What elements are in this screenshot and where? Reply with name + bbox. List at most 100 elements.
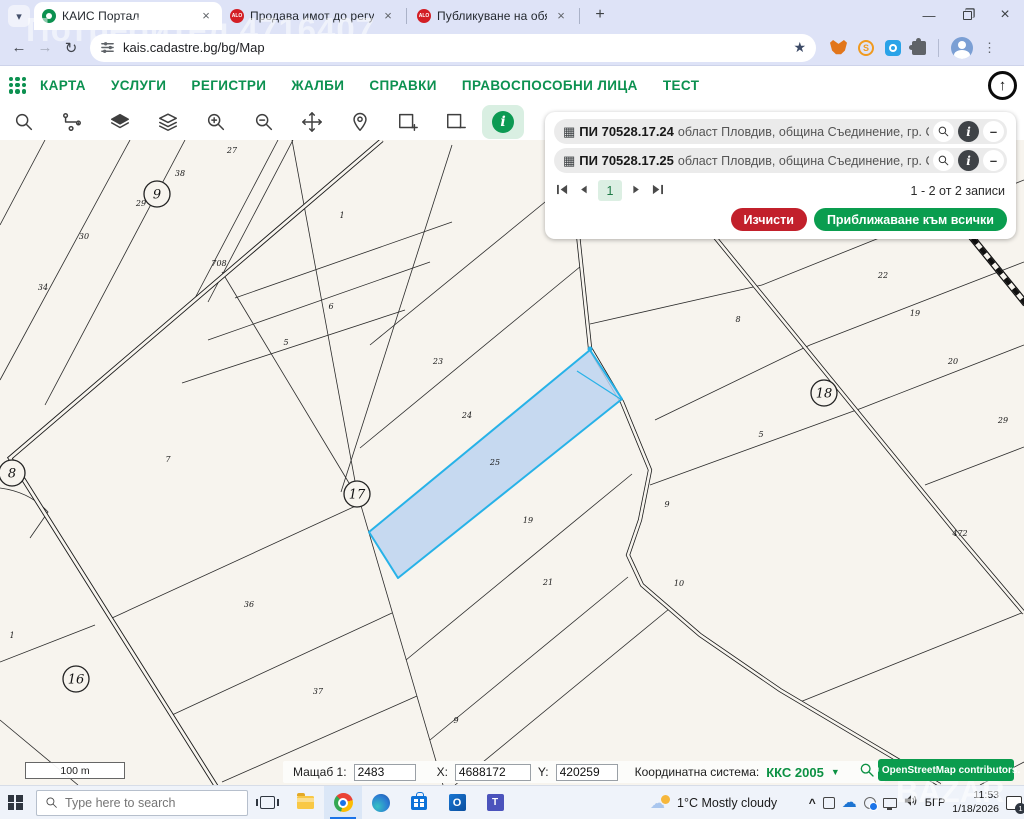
- remove-parcel-icon[interactable]: –: [983, 150, 1004, 171]
- notification-center-icon[interactable]: [1006, 796, 1022, 810]
- osm-attribution[interactable]: © OpenStreetMap contributors.: [878, 759, 1014, 781]
- url-field[interactable]: kais.cadastre.bg/bg/Map ★: [90, 34, 816, 62]
- scale-input[interactable]: [354, 764, 416, 781]
- teams-icon: T: [487, 794, 504, 811]
- tab-separator: [579, 8, 580, 24]
- windows-logo-icon: [8, 795, 23, 810]
- bookmark-star-icon[interactable]: ★: [793, 39, 806, 56]
- next-page-icon[interactable]: [631, 182, 642, 200]
- minimize-button[interactable]: —: [910, 0, 948, 30]
- tab-search-chevron-icon[interactable]: ▾: [8, 5, 30, 27]
- result-row[interactable]: ▦ ПИ 70528.17.24 област Пловдив, община …: [554, 119, 1007, 144]
- svg-text:21: 21: [542, 578, 553, 587]
- tray-app-icon[interactable]: [823, 797, 835, 809]
- nav-pravosposobni-lica[interactable]: ПРАВОСПОСОБНИ ЛИЦА: [462, 78, 638, 93]
- crs-dropdown-icon[interactable]: ▼: [831, 767, 840, 777]
- remove-parcel-icon[interactable]: –: [983, 121, 1004, 142]
- clear-button[interactable]: Изчисти: [731, 208, 807, 231]
- pagination: 1 1 - 2 от 2 записи: [556, 180, 1007, 201]
- layers-tool-icon[interactable]: [144, 105, 192, 139]
- info-tool-active[interactable]: i: [482, 105, 524, 139]
- svg-text:19: 19: [910, 309, 920, 318]
- layers-filled-tool-icon[interactable]: [96, 105, 144, 139]
- tab-close-icon[interactable]: ×: [380, 8, 396, 24]
- tab-close-icon[interactable]: ×: [553, 8, 569, 24]
- nav-uslugi[interactable]: УСЛУГИ: [111, 78, 166, 93]
- ethernet-icon[interactable]: [883, 798, 897, 808]
- profile-avatar[interactable]: [951, 37, 973, 59]
- browser-menu-icon[interactable]: ⋮: [983, 40, 996, 56]
- x-input[interactable]: [455, 764, 531, 781]
- nav-zhalbi[interactable]: ЖАЛБИ: [291, 78, 344, 93]
- nav-karta[interactable]: КАРТА: [40, 78, 86, 93]
- zoom-in-tool-icon[interactable]: [192, 105, 240, 139]
- tab-close-icon[interactable]: ×: [198, 8, 214, 24]
- search-tool-icon[interactable]: [0, 105, 48, 139]
- y-input[interactable]: [556, 764, 618, 781]
- extensions-puzzle-icon[interactable]: [912, 41, 926, 55]
- svg-text:8: 8: [735, 315, 740, 324]
- network-status-icon[interactable]: [864, 797, 876, 809]
- task-view-button[interactable]: [248, 786, 286, 819]
- zoom-to-parcel-icon[interactable]: [933, 150, 954, 171]
- store-icon: [411, 796, 427, 810]
- scroll-to-top-button[interactable]: ↑: [988, 71, 1017, 100]
- select-rect-plus-tool-icon[interactable]: [384, 105, 432, 139]
- forward-icon[interactable]: →: [32, 39, 58, 56]
- nav-registri[interactable]: РЕГИСТРИ: [191, 78, 266, 93]
- tab-alo-1[interactable]: ALO Продава имот до регулация в ×: [222, 2, 404, 30]
- parcel-info-icon[interactable]: i: [958, 150, 979, 171]
- taskbar-clock[interactable]: 11:53 1/18/2026: [952, 789, 999, 815]
- outlook-button[interactable]: O: [438, 786, 476, 819]
- tray-expand-icon[interactable]: ^: [809, 796, 816, 810]
- site-settings-icon[interactable]: [100, 40, 115, 55]
- folder-icon: [297, 796, 314, 809]
- select-rect-minus-tool-icon[interactable]: [432, 105, 480, 139]
- route-tool-icon[interactable]: [48, 105, 96, 139]
- reload-icon[interactable]: ↻: [58, 39, 84, 57]
- edge-button[interactable]: [362, 786, 400, 819]
- restore-button[interactable]: [948, 0, 986, 30]
- last-page-icon[interactable]: [651, 182, 664, 200]
- nav-test[interactable]: ТЕСТ: [663, 78, 700, 93]
- tab-kais[interactable]: КАИС Портал ×: [34, 2, 222, 30]
- onedrive-icon[interactable]: ☁: [842, 796, 857, 809]
- blue-extension-icon[interactable]: [885, 40, 901, 56]
- chrome-button[interactable]: [324, 786, 362, 819]
- close-window-button[interactable]: ×: [986, 0, 1024, 30]
- window-controls: — ×: [910, 0, 1024, 30]
- metamask-icon[interactable]: [830, 40, 847, 55]
- svg-text:9: 9: [453, 716, 458, 725]
- nav-spravki[interactable]: СПРАВКИ: [369, 78, 437, 93]
- zoom-to-all-button[interactable]: Приближаване към всички: [814, 208, 1007, 231]
- file-explorer-button[interactable]: [286, 786, 324, 819]
- current-page[interactable]: 1: [598, 180, 622, 201]
- tab-alo-2[interactable]: ALO Публикуване на обява - Прод ×: [409, 2, 577, 30]
- taskbar-search[interactable]: [36, 790, 248, 816]
- first-page-icon[interactable]: [556, 182, 569, 200]
- store-button[interactable]: [400, 786, 438, 819]
- taskbar-search-input[interactable]: [65, 796, 225, 810]
- parcel-info-icon[interactable]: i: [958, 121, 979, 142]
- teams-button[interactable]: T: [476, 786, 514, 819]
- svg-text:20: 20: [947, 357, 958, 366]
- taskbar-weather[interactable]: ☁ 1°C Mostly cloudy: [650, 795, 777, 811]
- panel-actions: Изчисти Приближаване към всички: [554, 208, 1007, 231]
- result-row[interactable]: ▦ ПИ 70528.17.25 област Пловдив, община …: [554, 148, 1007, 173]
- parcel-grid-icon: ▦: [563, 154, 575, 167]
- parcel-id: ПИ 70528.17.24: [579, 124, 674, 139]
- s-extension-icon[interactable]: S: [858, 40, 874, 56]
- apps-grid-icon[interactable]: [9, 77, 26, 94]
- prev-page-icon[interactable]: [578, 182, 589, 200]
- back-icon[interactable]: ←: [6, 39, 32, 56]
- pan-tool-icon[interactable]: [288, 105, 336, 139]
- new-tab-button[interactable]: +: [588, 3, 612, 27]
- start-button[interactable]: [0, 786, 30, 819]
- volume-icon[interactable]: [904, 794, 918, 812]
- zoom-out-tool-icon[interactable]: [240, 105, 288, 139]
- language-indicator[interactable]: БГР: [925, 797, 946, 809]
- location-tool-icon[interactable]: [336, 105, 384, 139]
- svg-text:1: 1: [9, 631, 14, 640]
- crs-value[interactable]: ККС 2005: [766, 765, 824, 780]
- zoom-to-parcel-icon[interactable]: [933, 121, 954, 142]
